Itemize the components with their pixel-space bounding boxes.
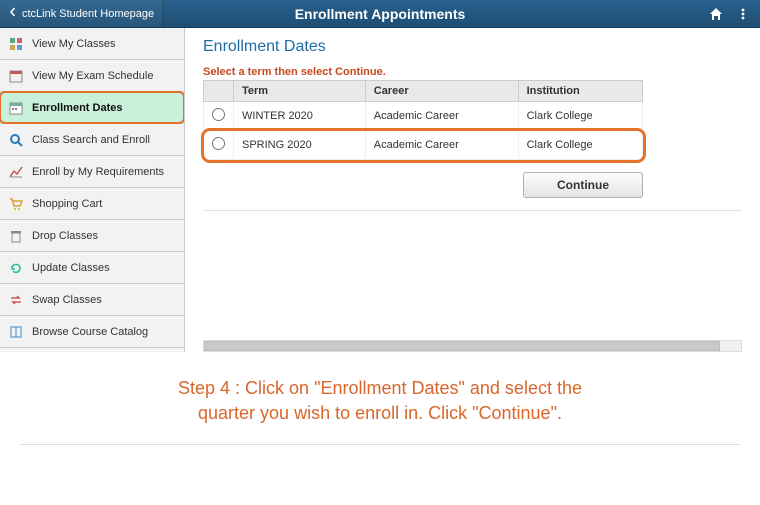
caption-divider: [20, 444, 740, 445]
sidebar-item-swap-classes[interactable]: Swap Classes: [0, 284, 184, 316]
sidebar-item-label: Drop Classes: [32, 230, 98, 242]
sidebar-item-browse-catalog[interactable]: Browse Course Catalog: [0, 316, 184, 348]
term-table: Term Career Institution WINTER 2020 Acad…: [203, 80, 643, 160]
sidebar-item-label: Update Classes: [32, 262, 110, 274]
grid-icon: [8, 36, 24, 52]
back-button[interactable]: ctcLink Student Homepage: [0, 0, 163, 27]
caption-line: Step 4 : Click on "Enrollment Dates" and…: [40, 376, 720, 401]
sidebar-item-label: Swap Classes: [32, 294, 102, 306]
sidebar-item-shopping-cart[interactable]: Shopping Cart: [0, 188, 184, 220]
sidebar-item-label: Enrollment Dates: [32, 102, 122, 114]
trash-icon: [8, 228, 24, 244]
term-radio[interactable]: [212, 137, 225, 150]
continue-button[interactable]: Continue: [523, 172, 643, 198]
sidebar-item-label: Class Search and Enroll: [32, 134, 150, 146]
step-caption: Step 4 : Click on "Enrollment Dates" and…: [0, 352, 760, 438]
more-icon[interactable]: [736, 6, 750, 22]
term-row[interactable]: WINTER 2020 Academic Career Clark Colleg…: [204, 102, 643, 131]
sidebar-item-drop-classes[interactable]: Drop Classes: [0, 220, 184, 252]
institution-cell: Clark College: [518, 131, 642, 160]
term-cell: WINTER 2020: [234, 102, 366, 131]
horizontal-scrollbar[interactable]: [203, 340, 742, 352]
col-term: Term: [234, 81, 366, 102]
search-icon: [8, 132, 24, 148]
sidebar-item-view-classes[interactable]: View My Classes: [0, 28, 184, 60]
sidebar-item-exam-schedule[interactable]: View My Exam Schedule: [0, 60, 184, 92]
chevron-left-icon: [8, 7, 18, 20]
home-icon[interactable]: [708, 6, 724, 22]
chart-icon: [8, 164, 24, 180]
institution-cell: Clark College: [518, 102, 642, 131]
col-career: Career: [365, 81, 518, 102]
sidebar-item-enroll-requirements[interactable]: Enroll by My Requirements: [0, 156, 184, 188]
calendar-icon: [8, 68, 24, 84]
swap-icon: [8, 292, 24, 308]
caption-line: quarter you wish to enroll in. Click "Co…: [40, 401, 720, 426]
main-content: Enrollment Dates Select a term then sele…: [185, 28, 760, 352]
page-title: Enrollment Dates: [203, 38, 742, 56]
divider: [203, 210, 742, 211]
col-institution: Institution: [518, 81, 642, 102]
sidebar-item-label: Browse Course Catalog: [32, 326, 148, 338]
refresh-icon: [8, 260, 24, 276]
sidebar-item-label: View My Exam Schedule: [32, 70, 153, 82]
term-radio[interactable]: [212, 108, 225, 121]
sidebar-item-update-classes[interactable]: Update Classes: [0, 252, 184, 284]
col-select: [204, 81, 234, 102]
sidebar-item-class-search[interactable]: Class Search and Enroll: [0, 124, 184, 156]
sidebar-item-label: Shopping Cart: [32, 198, 102, 210]
sidebar-item-label: View My Classes: [32, 38, 116, 50]
sidebar-item-label: Enroll by My Requirements: [32, 166, 164, 178]
sidebar-item-enrollment-dates[interactable]: Enrollment Dates: [0, 92, 184, 124]
topbar: ctcLink Student Homepage Enrollment Appo…: [0, 0, 760, 28]
career-cell: Academic Career: [365, 102, 518, 131]
calendar-date-icon: [8, 100, 24, 116]
career-cell: Academic Career: [365, 131, 518, 160]
scrollbar-thumb[interactable]: [204, 341, 720, 351]
back-button-label: ctcLink Student Homepage: [22, 8, 154, 20]
term-cell: SPRING 2020: [234, 131, 366, 160]
cart-icon: [8, 196, 24, 212]
term-row[interactable]: SPRING 2020 Academic Career Clark Colleg…: [204, 131, 643, 160]
instruction-text: Select a term then select Continue.: [203, 66, 742, 78]
sidebar: View My Classes View My Exam Schedule En…: [0, 28, 185, 352]
book-icon: [8, 324, 24, 340]
